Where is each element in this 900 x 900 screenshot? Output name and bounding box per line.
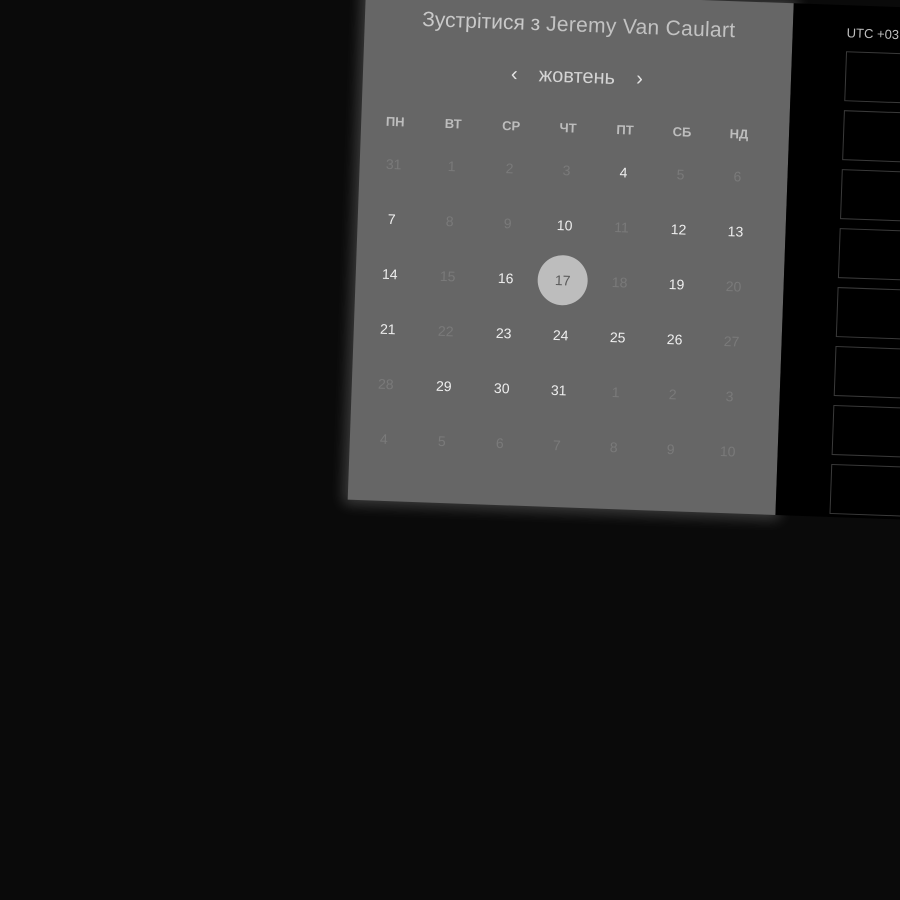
weekday-label: ВТ	[444, 115, 462, 132]
weekday-label: ПТ	[616, 122, 634, 138]
calendar-day: 6	[733, 168, 742, 185]
calendar-day: 5	[676, 166, 685, 183]
time-slot-button[interactable]	[837, 228, 900, 289]
weekday-label: ПН	[385, 113, 405, 130]
calendar-day: 22	[437, 322, 454, 340]
time-slot-button[interactable]	[831, 404, 900, 466]
calendar-day: 27	[723, 333, 740, 350]
time-slot-button[interactable]	[844, 51, 900, 112]
time-slot-list	[794, 3, 900, 525]
calendar-day: 10	[719, 442, 736, 460]
calendar-day[interactable]: 7	[366, 193, 418, 245]
calendar-day: 5	[437, 432, 447, 450]
calendar-day[interactable]: 13	[710, 205, 762, 257]
calendar-day: 9	[666, 441, 675, 458]
time-slot-button[interactable]	[835, 287, 900, 348]
calendar-day: 2	[668, 386, 677, 403]
timezone-label: UTC +03:0	[846, 25, 900, 43]
calendar-day[interactable]: 31	[533, 364, 585, 416]
calendar-day[interactable]: 19	[651, 258, 703, 310]
calendar-panel: Зустрітися з Jeremy Van Caulart ‹ жовтен…	[347, 0, 794, 515]
calendar-day: 4	[379, 430, 389, 448]
calendar-day: 1	[447, 158, 456, 175]
calendar-day[interactable]: 21	[362, 303, 414, 355]
time-slot-button[interactable]	[840, 169, 900, 230]
weekday-header: ПН ВТ СР ЧТ ПТ СБ НД	[361, 113, 789, 148]
next-month-button[interactable]: ›	[628, 67, 651, 91]
calendar-day: 15	[439, 267, 456, 285]
calendar-day[interactable]: 26	[649, 313, 701, 365]
prev-month-button[interactable]: ‹	[503, 63, 526, 87]
selected-day[interactable]: 17	[536, 254, 589, 307]
time-slot-button[interactable]	[829, 463, 900, 525]
time-slot-button[interactable]	[833, 346, 900, 407]
calendar-day: 18	[611, 273, 628, 291]
calendar-day[interactable]: 24	[535, 309, 587, 361]
calendar-day: 9	[503, 215, 512, 232]
calendar-day: 20	[725, 278, 742, 295]
calendar-day: 11	[614, 219, 630, 236]
meeting-title: Зустрітися з Jeremy Van Caulart	[364, 6, 793, 45]
calendar-day[interactable]: 25	[592, 311, 644, 363]
calendar-day: 3	[562, 162, 571, 179]
calendar-day: 7	[552, 436, 561, 454]
calendar-day: 28	[377, 375, 394, 393]
calendar-day: 2	[505, 160, 514, 177]
calendar-day: 3	[725, 388, 734, 405]
time-slots-panel: UTC +03:0	[775, 3, 900, 536]
weekday-label: СБ	[672, 124, 692, 140]
calendar-day[interactable]: 14	[364, 248, 416, 300]
calendar-day[interactable]: 4	[598, 146, 650, 198]
calendar-day: 6	[495, 434, 504, 452]
calendar-day: 8	[445, 213, 454, 230]
title-prefix: Зустрітися з	[421, 8, 541, 36]
calendar-day: 31	[385, 155, 402, 173]
page-background: Зустрітися з Jeremy Van Caulart ‹ жовтен…	[0, 0, 900, 900]
calendar-day[interactable]: 12	[653, 203, 705, 255]
time-slot-button[interactable]	[842, 110, 900, 171]
calendar-day[interactable]: 10	[539, 199, 591, 251]
host-name: Jeremy Van Caulart	[545, 12, 736, 43]
calendar-day[interactable]: 23	[478, 307, 530, 359]
month-navigation: ‹ жовтень ›	[362, 58, 791, 101]
calendar-day: 1	[611, 384, 620, 401]
calendar-day[interactable]: 29	[418, 360, 470, 412]
booking-widget: Зустрітися з Jeremy Van Caulart ‹ жовтен…	[347, 0, 900, 536]
calendar-day[interactable]: 16	[480, 252, 532, 304]
calendar-day: 8	[609, 439, 618, 456]
month-label: жовтень	[538, 64, 616, 89]
weekday-label: СР	[501, 117, 521, 134]
day-grid: 31 1 2 3 4 5 6 7 8 9 10 11 12 13 14 15 16 17 18 19 20 21 22 23 2…	[366, 0, 794, 460]
weekday-label: НД	[729, 126, 749, 142]
calendar-day[interactable]: 30	[476, 362, 528, 414]
weekday-label: ЧТ	[559, 120, 577, 136]
